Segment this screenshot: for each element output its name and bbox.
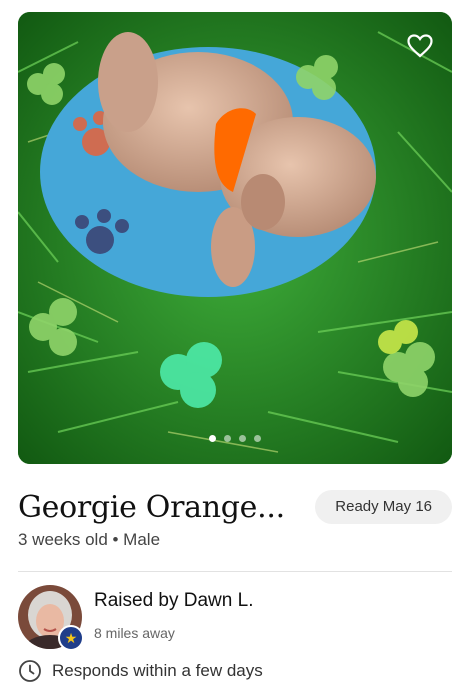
- photo-dot[interactable]: [254, 435, 261, 442]
- heart-outline-icon: [407, 34, 433, 58]
- star-icon: ★: [58, 625, 84, 651]
- photo-dot[interactable]: [209, 435, 216, 442]
- ready-date-badge: Ready May 16: [315, 490, 452, 524]
- photo-pagination[interactable]: [209, 435, 261, 442]
- breeder-name[interactable]: Raised by Dawn L.: [94, 590, 253, 612]
- divider: [18, 571, 452, 572]
- puppy-image: [18, 12, 452, 464]
- puppy-name[interactable]: Georgie Orange...: [18, 490, 285, 525]
- breeder-distance: 8 miles away: [94, 625, 175, 641]
- photo-dot[interactable]: [239, 435, 246, 442]
- puppy-photo[interactable]: [18, 12, 452, 464]
- response-time: Responds within a few days: [18, 658, 263, 684]
- listing-title-row: Georgie Orange... Ready May 16: [18, 484, 452, 530]
- favorite-button[interactable]: [400, 26, 440, 66]
- clock-icon: [19, 660, 41, 682]
- breeder-section[interactable]: ★ Raised by Dawn L. 8 miles away: [18, 585, 452, 651]
- breeder-avatar[interactable]: ★: [18, 585, 84, 651]
- puppy-listing-card[interactable]: Georgie Orange... Ready May 16 3 weeks o…: [0, 0, 454, 698]
- response-time-text: Responds within a few days: [52, 661, 263, 680]
- photo-dot[interactable]: [224, 435, 231, 442]
- puppy-age-sex: 3 weeks old • Male: [18, 530, 161, 549]
